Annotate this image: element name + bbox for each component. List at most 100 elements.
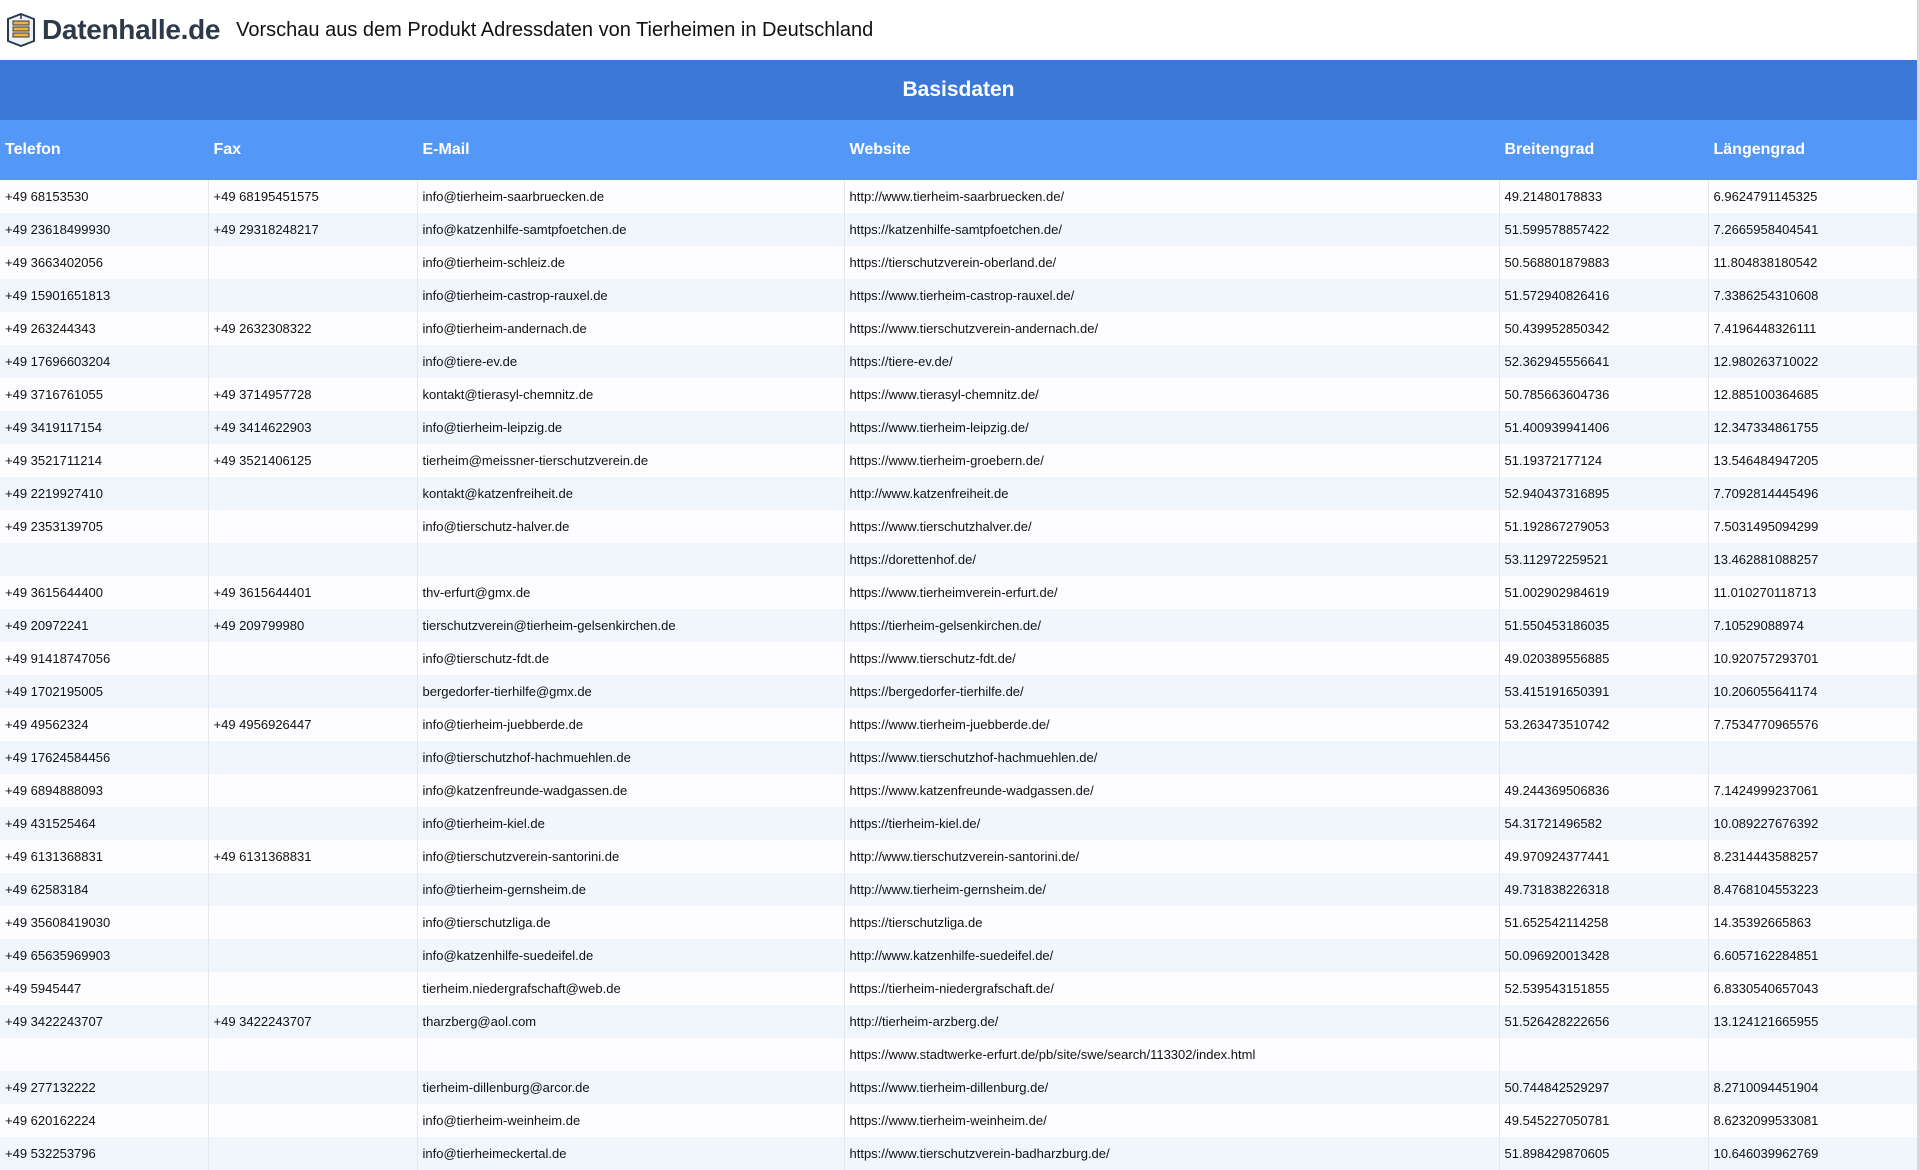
cell-breitengrad: 53.112972259521 [1499, 543, 1709, 576]
cell-breitengrad [1499, 1038, 1709, 1071]
cell-website: https://tierheim-gelsenkirchen.de/ [844, 609, 1500, 642]
cell-breitengrad: 49.545227050781 [1499, 1104, 1709, 1137]
cell-email: kontakt@tierasyl-chemnitz.de [417, 378, 845, 411]
table-row: +49 91418747056 info@tierschutz-fdt.de htt… [0, 642, 1918, 675]
cell-laengengrad: 13.462881088257 [1708, 543, 1918, 576]
cell-breitengrad: 51.400939941406 [1499, 411, 1709, 444]
cell-fax: +49 29318248217 [208, 213, 418, 246]
cell-fax [208, 279, 418, 312]
cell-laengengrad: 10.646039962769 [1708, 1137, 1918, 1170]
cell-fax: +49 3615644401 [208, 576, 418, 609]
cell-breitengrad: 53.263473510742 [1499, 708, 1709, 741]
data-table: Telefon Fax E-Mail Website Breitengrad L… [0, 120, 1918, 1170]
cell-telefon: +49 91418747056 [0, 642, 209, 675]
cell-fax: +49 3422243707 [208, 1005, 418, 1038]
cell-breitengrad: 50.785663604736 [1499, 378, 1709, 411]
cell-breitengrad: 49.21480178833 [1499, 180, 1709, 213]
cell-breitengrad: 50.096920013428 [1499, 939, 1709, 972]
table-row: +49 6131368831 +49 6131368831 info@tiersch… [0, 840, 1918, 873]
table-row: +49 17624584456 info@tierschutzhof-hachmu… [0, 741, 1918, 774]
cell-email: info@tierheimeckertal.de [417, 1137, 845, 1170]
cell-telefon: +49 2219927410 [0, 477, 209, 510]
cell-fax [208, 774, 418, 807]
cell-fax [208, 741, 418, 774]
cell-fax [208, 345, 418, 378]
cell-fax [208, 906, 418, 939]
cell-website: https://www.katzenfreunde-wadgassen.de/ [844, 774, 1500, 807]
cell-laengengrad: 7.10529088974 [1708, 609, 1918, 642]
cell-fax [208, 543, 418, 576]
cell-email: bergedorfer-tierhilfe@gmx.de [417, 675, 845, 708]
cell-fax: +49 4956926447 [208, 708, 418, 741]
cell-email: tierheim@meissner-tierschutzverein.de [417, 444, 845, 477]
cell-website: https://www.tierheim-weinheim.de/ [844, 1104, 1500, 1137]
table-row: +49 2353139705 info@tierschutz-halver.de h… [0, 510, 1918, 543]
cell-fax [208, 1137, 418, 1170]
cell-telefon: +49 68153530 [0, 180, 209, 213]
cell-email: info@tierschutz-halver.de [417, 510, 845, 543]
cell-laengengrad: 7.5031495094299 [1708, 510, 1918, 543]
cell-laengengrad: 12.980263710022 [1708, 345, 1918, 378]
cell-email: info@tierheim-leipzig.de [417, 411, 845, 444]
cell-website: https://www.tierheim-leipzig.de/ [844, 411, 1500, 444]
cell-email: info@tierschutz-fdt.de [417, 642, 845, 675]
table-row: +49 620162224 info@tierheim-weinheim.de ht… [0, 1104, 1918, 1137]
column-header-website: Website [844, 120, 1500, 180]
cell-fax: +49 3521406125 [208, 444, 418, 477]
column-header-breitengrad: Breitengrad [1499, 120, 1709, 180]
cell-fax [208, 972, 418, 1005]
site-logo[interactable]: Datenhalle.de [6, 13, 220, 47]
cell-email: tharzberg@aol.com [417, 1005, 845, 1038]
cell-fax [208, 1038, 418, 1071]
cell-breitengrad: 52.362945556641 [1499, 345, 1709, 378]
cell-website: https://tierschutzverein-oberland.de/ [844, 246, 1500, 279]
table-row: +49 3716761055 +49 3714957728 kontakt@tier… [0, 378, 1918, 411]
logo-text: Datenhalle.de [42, 14, 221, 45]
cell-breitengrad: 51.652542114258 [1499, 906, 1709, 939]
cell-laengengrad: 8.4768104553223 [1708, 873, 1918, 906]
cell-email: info@tierheim-andernach.de [417, 312, 845, 345]
cell-laengengrad: 7.3386254310608 [1708, 279, 1918, 312]
cell-email: info@tierheim-gernsheim.de [417, 873, 845, 906]
cell-website: https://www.tierheim-groebern.de/ [844, 444, 1500, 477]
table-row: https://www.stadtwerke-erfurt.de/pb/site… [0, 1038, 1918, 1071]
cell-telefon: +49 6894888093 [0, 774, 209, 807]
cell-breitengrad: 49.970924377441 [1499, 840, 1709, 873]
column-header-email: E-Mail [417, 120, 845, 180]
cell-telefon: +49 532253796 [0, 1137, 209, 1170]
cell-email: info@tierschutzhof-hachmuehlen.de [417, 741, 845, 774]
table-row: +49 431525464 info@tierheim-kiel.de https:… [0, 807, 1918, 840]
cell-telefon [0, 543, 209, 576]
cell-fax: +49 6131368831 [208, 840, 418, 873]
cell-website: https://dorettenhof.de/ [844, 543, 1500, 576]
table-row: +49 17696603204 info@tiere-ev.de https://t… [0, 345, 1918, 378]
cell-laengengrad: 6.9624791145325 [1708, 180, 1918, 213]
cell-website: https://www.tierheim-dillenburg.de/ [844, 1071, 1500, 1104]
cell-email: tierheim-dillenburg@arcor.de [417, 1071, 845, 1104]
cell-telefon: +49 3615644400 [0, 576, 209, 609]
table-header-row: Telefon Fax E-Mail Website Breitengrad L… [0, 120, 1918, 180]
cell-fax [208, 1071, 418, 1104]
cell-telefon: +49 3716761055 [0, 378, 209, 411]
table-row: +49 62583184 info@tierheim-gernsheim.de ht… [0, 873, 1918, 906]
cell-telefon: +49 3422243707 [0, 1005, 209, 1038]
cell-email: info@tierheim-castrop-rauxel.de [417, 279, 845, 312]
cell-website: https://www.tierheim-castrop-rauxel.de/ [844, 279, 1500, 312]
cell-fax: +49 68195451575 [208, 180, 418, 213]
cell-website: https://bergedorfer-tierhilfe.de/ [844, 675, 1500, 708]
cell-email: info@tiere-ev.de [417, 345, 845, 378]
cell-breitengrad: 49.020389556885 [1499, 642, 1709, 675]
cell-breitengrad: 51.550453186035 [1499, 609, 1709, 642]
cell-laengengrad: 8.2710094451904 [1708, 1071, 1918, 1104]
cell-laengengrad [1708, 741, 1918, 774]
cell-breitengrad: 51.002902984619 [1499, 576, 1709, 609]
cell-website: https://katzenhilfe-samtpfoetchen.de/ [844, 213, 1500, 246]
cell-laengengrad: 6.8330540657043 [1708, 972, 1918, 1005]
cell-website: http://www.katzenfreiheit.de [844, 477, 1500, 510]
cell-website: http://www.tierheim-gernsheim.de/ [844, 873, 1500, 906]
column-header-fax: Fax [208, 120, 418, 180]
cell-breitengrad: 49.244369506836 [1499, 774, 1709, 807]
cell-fax [208, 807, 418, 840]
cell-website: https://www.tierasyl-chemnitz.de/ [844, 378, 1500, 411]
table-row: +49 23618499930 +49 29318248217 info@katze… [0, 213, 1918, 246]
